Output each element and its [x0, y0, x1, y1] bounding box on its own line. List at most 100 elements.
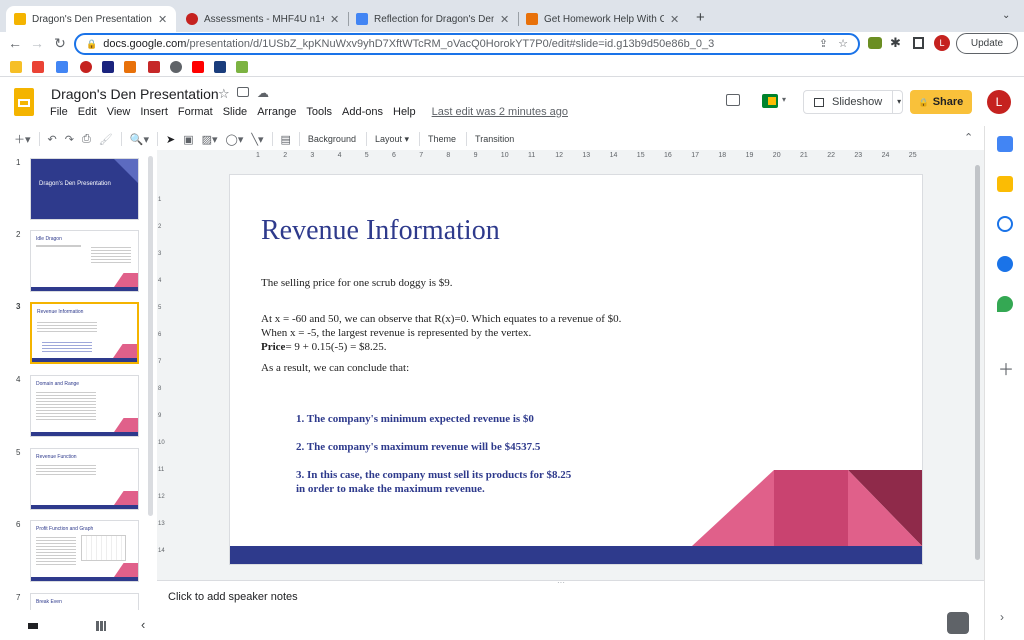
keep-icon[interactable]: [997, 176, 1013, 192]
meet-button[interactable]: ▾: [760, 92, 790, 110]
tab-chegg[interactable]: Get Homework Help With Cheg ✕: [518, 6, 688, 32]
move-folder-icon[interactable]: [237, 87, 249, 97]
slides-logo-icon[interactable]: [14, 88, 34, 116]
print-icon[interactable]: ⎙: [82, 133, 91, 146]
slideshow-button[interactable]: Slideshow ▾: [803, 90, 903, 114]
sidebar-icon[interactable]: [913, 37, 924, 49]
puzzle-extensions-icon[interactable]: ✱: [890, 35, 901, 51]
slide-thumbnail-5[interactable]: Revenue Function: [30, 448, 139, 510]
menu-format[interactable]: Format: [178, 106, 213, 122]
extension-icon[interactable]: [868, 37, 882, 49]
zoom-icon[interactable]: 🔍▾: [130, 133, 149, 146]
expand-panel-icon[interactable]: ›: [1000, 610, 1004, 624]
bookmark-apple-icon[interactable]: [80, 61, 92, 73]
background-button[interactable]: Background: [308, 134, 356, 144]
calendar-icon[interactable]: [997, 136, 1013, 152]
bookmark-chegg-icon[interactable]: [124, 61, 136, 73]
close-icon[interactable]: ✕: [330, 13, 340, 26]
update-button[interactable]: Update: [956, 33, 1018, 54]
filmstrip-view-icon[interactable]: [28, 623, 38, 629]
menu-slide[interactable]: Slide: [223, 106, 247, 122]
revenue-body-text[interactable]: At x = -60 and 50, we can observe that R…: [261, 312, 861, 375]
text-box-icon[interactable]: ▣: [183, 133, 193, 146]
tab-dragons-den[interactable]: Dragon's Den Presentation - G ✕: [6, 6, 176, 32]
last-edit-link[interactable]: Last edit was 2 minutes ago: [432, 106, 568, 122]
add-comment-icon[interactable]: ▤: [281, 133, 291, 146]
maps-icon[interactable]: [997, 296, 1013, 312]
bookmark-shield-icon[interactable]: [102, 61, 114, 73]
slide-thumbnail-1[interactable]: Dragon's Den Presentation: [30, 158, 139, 220]
collapse-chevron-icon[interactable]: ⌃: [964, 131, 973, 144]
conclusions-list[interactable]: 1. The company's minimum expected revenu…: [296, 412, 571, 496]
selling-price-text[interactable]: The selling price for one scrub doggy is…: [261, 277, 453, 289]
bookmark-star-icon[interactable]: ☆: [838, 37, 848, 50]
tab-assessments[interactable]: Assessments - MHF4U n1+, Ac ✕: [178, 6, 348, 32]
slide-thumbnail-3-selected[interactable]: Revenue Information: [30, 302, 139, 364]
menu-arrange[interactable]: Arrange: [257, 106, 296, 122]
cloud-status-icon[interactable]: ☁: [257, 86, 269, 100]
paint-format-icon[interactable]: 🖌: [99, 133, 113, 146]
speaker-notes[interactable]: Click to add speaker notes ···: [157, 578, 984, 634]
bookmark-gmail-icon[interactable]: [32, 61, 44, 73]
slide-thumbnail-7[interactable]: Break Even: [30, 593, 139, 610]
bookmark-hex-icon[interactable]: [214, 61, 226, 73]
transition-button[interactable]: Transition: [475, 134, 514, 144]
share-page-icon[interactable]: ⇪: [819, 37, 828, 50]
select-cursor-icon[interactable]: ➤: [166, 133, 175, 146]
tasks-icon[interactable]: [997, 216, 1013, 232]
bookmark-youtube-icon[interactable]: [192, 61, 204, 73]
redo-icon[interactable]: ↷: [65, 133, 74, 146]
menu-view[interactable]: View: [107, 106, 131, 122]
shape-icon[interactable]: ◯▾: [226, 133, 244, 146]
undo-icon[interactable]: ↶: [48, 133, 57, 146]
menu-file[interactable]: File: [50, 106, 68, 122]
address-bar[interactable]: 🔒 docs.google.com/presentation/d/1USbZ_k…: [74, 33, 860, 55]
slide-title[interactable]: Revenue Information: [261, 215, 500, 247]
explore-icon[interactable]: [947, 612, 969, 634]
share-button[interactable]: 🔒 Share: [910, 90, 972, 114]
menu-tools[interactable]: Tools: [306, 106, 332, 122]
grid-view-icon[interactable]: [96, 621, 106, 631]
close-icon[interactable]: ✕: [500, 13, 510, 26]
current-slide[interactable]: Revenue Information The selling price fo…: [230, 175, 922, 564]
slide-thumbnail-4[interactable]: Domain and Range: [30, 375, 139, 437]
new-slide-icon[interactable]: ＋▾: [14, 131, 31, 147]
notes-resize-handle[interactable]: ···: [557, 578, 565, 587]
slideshow-dropdown-icon[interactable]: ▾: [892, 91, 901, 113]
close-icon[interactable]: ✕: [158, 13, 168, 26]
menu-edit[interactable]: Edit: [78, 106, 97, 122]
bookmark-leaf-icon[interactable]: [236, 61, 248, 73]
document-title[interactable]: Dragon's Den Presentation: [51, 86, 219, 102]
account-avatar[interactable]: L: [987, 90, 1011, 114]
collapse-panel-icon[interactable]: ‹: [141, 617, 145, 632]
tab-reflection[interactable]: Reflection for Dragon's Den As ✕: [348, 6, 518, 32]
close-icon[interactable]: ✕: [670, 13, 680, 26]
tab-search-chevron-icon[interactable]: ⌄: [1002, 10, 1010, 21]
bookmark-classroom-icon[interactable]: [10, 61, 22, 73]
comments-icon[interactable]: [726, 94, 740, 106]
slide-thumbnail-6[interactable]: Profit Function and Graph: [30, 520, 139, 582]
star-icon[interactable]: ☆: [218, 86, 230, 102]
layout-button[interactable]: Layout ▾: [375, 134, 409, 145]
image-icon[interactable]: ▨▾: [202, 133, 218, 146]
bookmark-netflix-icon[interactable]: [148, 61, 160, 73]
canvas-scrollbar[interactable]: [975, 165, 980, 560]
bookmark-docs-icon[interactable]: [56, 61, 68, 73]
toolbar-divider: [120, 132, 122, 146]
reload-icon[interactable]: ↻: [50, 35, 70, 52]
new-tab-button[interactable]: +: [696, 9, 705, 26]
profile-avatar[interactable]: L: [934, 35, 950, 51]
slide-thumbnail-2[interactable]: Idle Dragon: [30, 230, 139, 292]
contacts-icon[interactable]: [997, 256, 1013, 272]
menu-help[interactable]: Help: [393, 106, 416, 122]
theme-button[interactable]: Theme: [428, 134, 456, 144]
filmstrip-scrollbar[interactable]: [148, 156, 153, 516]
forward-arrow-icon[interactable]: →: [27, 35, 47, 51]
back-arrow-icon[interactable]: ←: [5, 35, 25, 51]
bookmark-globe-icon[interactable]: [170, 61, 182, 73]
add-addon-icon[interactable]: ＋: [998, 356, 1014, 380]
menu-insert[interactable]: Insert: [140, 106, 168, 122]
menu-addons[interactable]: Add-ons: [342, 106, 383, 122]
thumbnail-title: Profit Function and Graph: [36, 526, 94, 532]
line-icon[interactable]: ╲▾: [251, 133, 263, 146]
